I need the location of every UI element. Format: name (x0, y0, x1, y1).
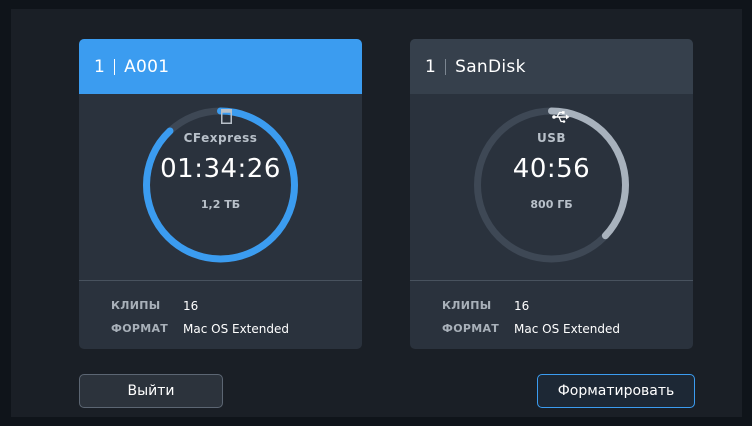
clips-row: КЛИПЫ 16 (442, 294, 620, 317)
card-divider (410, 280, 693, 281)
format-button[interactable]: Форматировать (537, 374, 695, 408)
media-capacity: 1,2 ТБ (200, 198, 241, 211)
slot-number: 1 (94, 56, 106, 77)
clips-row: КЛИПЫ 16 (111, 294, 289, 317)
media-card-slot1-sandisk[interactable]: 1 SanDisk USB 40:56 800 ГБ КЛИПЫ 16 ФОРМ… (410, 39, 693, 349)
format-row: ФОРМАТ Mac OS Extended (111, 317, 289, 340)
remaining-time: 01:34:26 (160, 154, 281, 184)
clips-label: КЛИПЫ (111, 299, 161, 312)
capacity-gauge: CFexpress 01:34:26 1,2 ТБ (79, 94, 362, 279)
card-divider (79, 280, 362, 281)
card-info: КЛИПЫ 16 ФОРМАТ Mac OS Extended (111, 294, 289, 340)
media-type-label: CFexpress (183, 131, 258, 145)
media-capacity: 800 ГБ (530, 198, 573, 211)
format-label: ФОРМАТ (442, 322, 500, 335)
exit-button[interactable]: Выйти (79, 374, 223, 408)
format-label: ФОРМАТ (111, 322, 169, 335)
card-name: A001 (124, 56, 170, 77)
format-row: ФОРМАТ Mac OS Extended (442, 317, 620, 340)
card-name: SanDisk (455, 56, 526, 77)
capacity-gauge: USB 40:56 800 ГБ (410, 94, 693, 279)
slot-number: 1 (425, 56, 437, 77)
header-separator (445, 58, 447, 75)
clips-label: КЛИПЫ (442, 299, 492, 312)
clips-value: 16 (514, 298, 530, 313)
card-header: 1 A001 (79, 39, 362, 94)
media-card-slot1-a001[interactable]: 1 A001 CFexpress 01:34:26 1,2 ТБ КЛИПЫ 1… (79, 39, 362, 349)
card-header: 1 SanDisk (410, 39, 693, 94)
media-type-label: USB (536, 131, 567, 145)
format-value: Mac OS Extended (183, 321, 289, 336)
header-separator (114, 58, 116, 75)
remaining-time: 40:56 (512, 154, 591, 184)
clips-value: 16 (183, 298, 199, 313)
card-info: КЛИПЫ 16 ФОРМАТ Mac OS Extended (442, 294, 620, 340)
format-value: Mac OS Extended (514, 321, 620, 336)
